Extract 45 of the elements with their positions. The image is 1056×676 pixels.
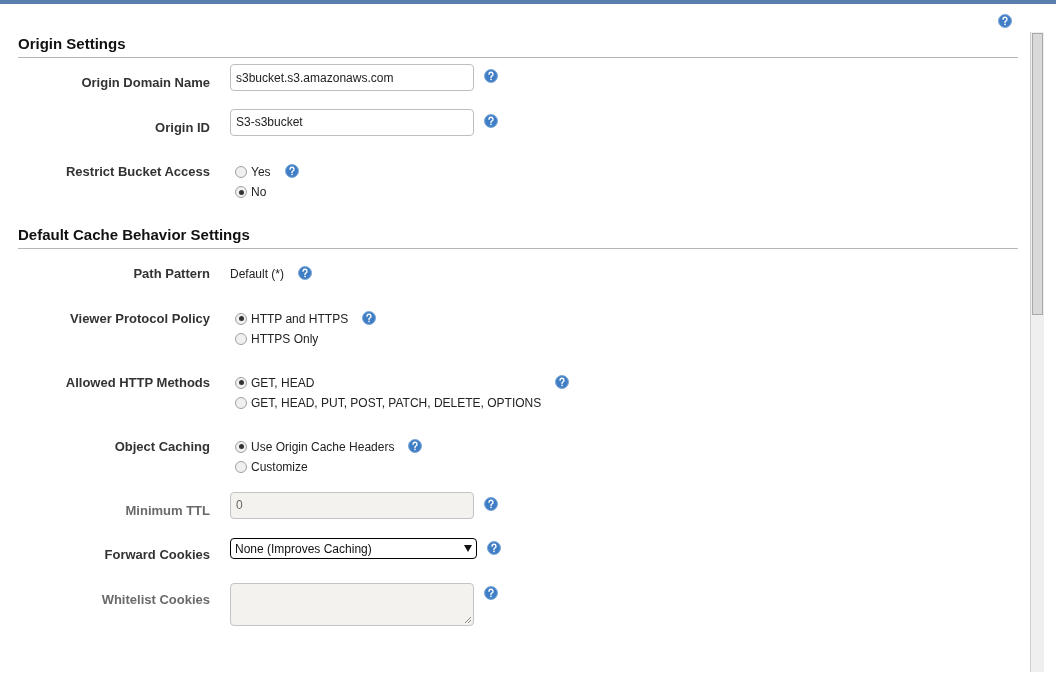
help-icon[interactable] [998, 14, 1012, 28]
help-icon[interactable] [555, 374, 570, 389]
help-icon[interactable] [484, 69, 498, 83]
field-label: Allowed HTTP Methods [64, 373, 210, 392]
help-icon[interactable] [484, 113, 498, 128]
radio-button[interactable] [235, 186, 247, 198]
section-heading: Origin Settings [18, 35, 126, 52]
help-icon[interactable] [484, 585, 498, 600]
radio-button[interactable] [235, 376, 247, 389]
radio-label[interactable]: Customize [251, 457, 308, 476]
radio-button[interactable] [235, 396, 247, 409]
help-icon[interactable] [408, 438, 423, 453]
help-icon[interactable] [362, 310, 377, 325]
radio-label[interactable]: GET, HEAD [251, 373, 315, 392]
scrollbar-thumb[interactable] [1032, 33, 1043, 315]
field-label: Origin Domain Name [80, 74, 210, 92]
help-icon[interactable] [484, 496, 498, 511]
radio-label[interactable]: HTTPS Only [251, 329, 319, 348]
radio-label[interactable]: GET, HEAD, PUT, POST, PATCH, DELETE, OPTIONS [251, 393, 542, 412]
field-label: Viewer Protocol Policy [69, 309, 210, 328]
radio-label[interactable]: Yes [251, 163, 271, 181]
radio-label[interactable]: No [251, 183, 267, 201]
radio-label[interactable]: HTTP and HTTPS [251, 309, 349, 328]
field-label: Origin ID [154, 118, 210, 137]
radio-button[interactable] [235, 312, 247, 325]
radio-label[interactable]: Use Origin Cache Headers [251, 437, 395, 456]
field-label: Restrict Bucket Access [64, 163, 210, 181]
caret-icon [464, 545, 472, 552]
path-pattern-value: Default (*) [230, 266, 285, 283]
section-heading: Default Cache Behavior Settings [18, 226, 250, 243]
help-icon[interactable] [284, 164, 299, 178]
radio-button[interactable] [235, 440, 247, 453]
field-label: Whitelist Cookies [100, 590, 210, 609]
field-label: Object Caching [113, 437, 210, 456]
radio-button[interactable] [235, 166, 247, 178]
dropdown[interactable]: None (Improves Caching) [230, 538, 477, 559]
radio-button[interactable] [235, 332, 247, 345]
field-label: Minimum TTL [124, 501, 210, 520]
radio-button[interactable] [235, 460, 247, 473]
help-icon[interactable] [298, 266, 313, 280]
text-field[interactable]: s3bucket.s3.amazonaws.com [230, 64, 474, 91]
text-field[interactable]: S3-s3bucket [230, 108, 474, 136]
help-icon[interactable] [487, 541, 501, 555]
field-label: Path Pattern [132, 265, 210, 283]
field-label: Forward Cookies [103, 546, 210, 564]
